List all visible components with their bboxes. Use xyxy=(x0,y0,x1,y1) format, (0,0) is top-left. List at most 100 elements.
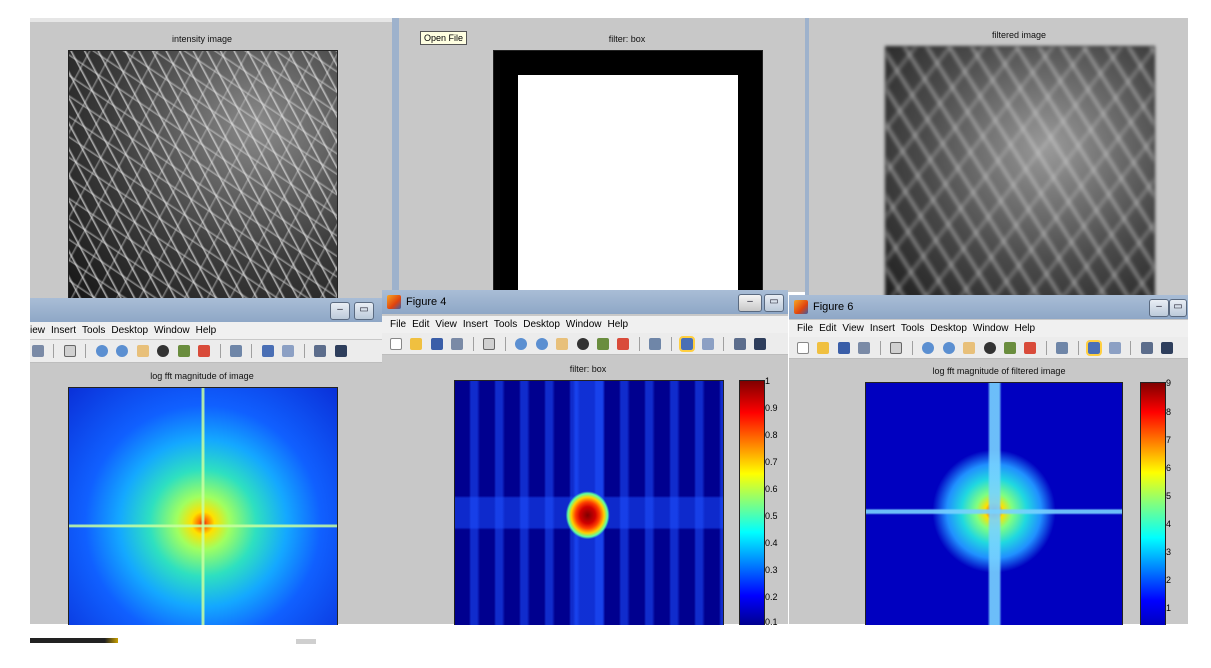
figure-6-titlebar[interactable]: Figure 6 – ▭ xyxy=(789,295,1188,319)
menu-window[interactable]: Window xyxy=(973,323,1009,334)
menu-window[interactable]: Window xyxy=(566,319,602,330)
legend-icon[interactable] xyxy=(701,338,714,350)
show-plot-tools-icon[interactable] xyxy=(1161,342,1174,354)
menu-view[interactable]: iew xyxy=(30,325,45,336)
cbar-tick: 3 xyxy=(1166,547,1172,557)
zoom-in-icon[interactable] xyxy=(922,342,935,354)
link-plot-icon[interactable] xyxy=(229,345,242,357)
brush-icon[interactable] xyxy=(1024,342,1037,354)
menu-desktop[interactable]: Desktop xyxy=(111,325,148,336)
pointer-icon[interactable] xyxy=(890,342,903,354)
log-fft-image-title: log fft magnitude of image xyxy=(150,371,254,381)
menu-help[interactable]: Help xyxy=(196,325,217,336)
colorbar-icon[interactable] xyxy=(261,345,274,357)
save-icon[interactable] xyxy=(837,342,850,354)
brush-icon[interactable] xyxy=(617,338,630,350)
data-cursor-icon[interactable] xyxy=(596,338,609,350)
save-icon[interactable] xyxy=(430,338,443,350)
open-file-icon[interactable] xyxy=(410,338,423,350)
menu-desktop[interactable]: Desktop xyxy=(930,323,967,334)
menu-tools[interactable]: Tools xyxy=(494,319,517,330)
cbar-tick: 1 xyxy=(1166,603,1172,613)
new-figure-icon[interactable] xyxy=(797,342,809,354)
filter-box-axes xyxy=(493,50,763,292)
menu-window[interactable]: Window xyxy=(154,325,190,336)
intensity-image-axes xyxy=(68,50,338,300)
matlab-figure-icon xyxy=(387,295,401,309)
menu-view[interactable]: View xyxy=(842,323,864,334)
figure-left-menubar: iew Insert Tools Desktop Window Help xyxy=(30,322,382,339)
menu-desktop[interactable]: Desktop xyxy=(523,319,560,330)
link-plot-icon[interactable] xyxy=(649,338,662,350)
hide-plot-tools-icon[interactable] xyxy=(733,338,746,350)
figure-6-title: Figure 6 xyxy=(813,301,854,313)
rotate-3d-icon[interactable] xyxy=(983,342,996,354)
pan-icon[interactable] xyxy=(556,338,569,350)
minimize-button[interactable]: – xyxy=(1149,299,1169,317)
menu-view[interactable]: View xyxy=(435,319,457,330)
show-plot-tools-icon[interactable] xyxy=(754,338,767,350)
print-icon[interactable] xyxy=(858,342,871,354)
figure-4-menubar: File Edit View Insert Tools Desktop Window Help xyxy=(382,316,788,333)
zoom-out-icon[interactable] xyxy=(535,338,548,350)
figure-4-axes xyxy=(454,380,724,625)
menu-help[interactable]: Help xyxy=(1015,323,1036,334)
maximize-button[interactable]: ▭ xyxy=(1169,299,1187,317)
colorbar-icon[interactable] xyxy=(1086,340,1103,356)
log-fft-image-axes xyxy=(68,387,338,625)
pan-icon[interactable] xyxy=(136,345,149,357)
figure-6-axes xyxy=(865,382,1123,625)
print-icon[interactable] xyxy=(32,345,44,357)
maximize-button[interactable]: ▭ xyxy=(354,302,374,320)
brush-icon[interactable] xyxy=(198,345,211,357)
cbar-tick: 0.2 xyxy=(765,592,778,602)
menu-insert[interactable]: Insert xyxy=(51,325,76,336)
data-cursor-icon[interactable] xyxy=(177,345,190,357)
minimize-button[interactable]: – xyxy=(330,302,350,320)
pan-icon[interactable] xyxy=(963,342,976,354)
legend-icon[interactable] xyxy=(1108,342,1121,354)
menu-help[interactable]: Help xyxy=(608,319,629,330)
cbar-tick: 0.8 xyxy=(765,430,778,440)
filtered-image-title: filtered image xyxy=(991,30,1047,40)
restore-button[interactable]: ▭ xyxy=(764,294,784,312)
menu-file[interactable]: File xyxy=(390,319,406,330)
minimize-button[interactable]: – xyxy=(738,294,762,312)
print-icon[interactable] xyxy=(451,338,464,350)
cbar-tick: 9 xyxy=(1166,378,1172,388)
filter-box-title: filter: box xyxy=(608,34,646,44)
zoom-out-icon[interactable] xyxy=(116,345,129,357)
cbar-tick: 5 xyxy=(1166,491,1172,501)
open-file-icon[interactable] xyxy=(817,342,830,354)
zoom-in-icon[interactable] xyxy=(95,345,108,357)
link-plot-icon[interactable] xyxy=(1056,342,1069,354)
figure-6-toolbar xyxy=(789,337,1188,359)
pointer-icon[interactable] xyxy=(63,345,76,357)
menu-file[interactable]: File xyxy=(797,323,813,334)
menu-insert[interactable]: Insert xyxy=(870,323,895,334)
filtered-image-axes xyxy=(885,46,1155,298)
menu-edit[interactable]: Edit xyxy=(819,323,836,334)
rotate-3d-icon[interactable] xyxy=(576,338,589,350)
rotate-3d-icon[interactable] xyxy=(157,345,170,357)
zoom-out-icon[interactable] xyxy=(942,342,955,354)
data-cursor-icon[interactable] xyxy=(1003,342,1016,354)
legend-icon[interactable] xyxy=(282,345,295,357)
hide-plot-tools-icon[interactable] xyxy=(314,345,327,357)
zoom-in-icon[interactable] xyxy=(515,338,528,350)
cbar-tick: 0.7 xyxy=(765,457,778,467)
figure-4-title: Figure 4 xyxy=(406,296,447,308)
new-figure-icon[interactable] xyxy=(390,338,402,350)
menu-tools[interactable]: Tools xyxy=(901,323,924,334)
menu-insert[interactable]: Insert xyxy=(463,319,488,330)
figure-4-titlebar[interactable]: Figure 4 – ▭ xyxy=(382,290,788,314)
hide-plot-tools-icon[interactable] xyxy=(1140,342,1153,354)
cbar-tick: 6 xyxy=(1166,463,1172,473)
figure-left-titlebar[interactable]: – ▭ xyxy=(30,298,382,322)
pointer-icon[interactable] xyxy=(483,338,496,350)
colorbar-icon[interactable] xyxy=(679,336,696,352)
show-plot-tools-icon[interactable] xyxy=(334,345,347,357)
menu-tools[interactable]: Tools xyxy=(82,325,105,336)
figure-6-plot-title: log fft magnitude of filtered image xyxy=(932,366,1066,376)
menu-edit[interactable]: Edit xyxy=(412,319,429,330)
